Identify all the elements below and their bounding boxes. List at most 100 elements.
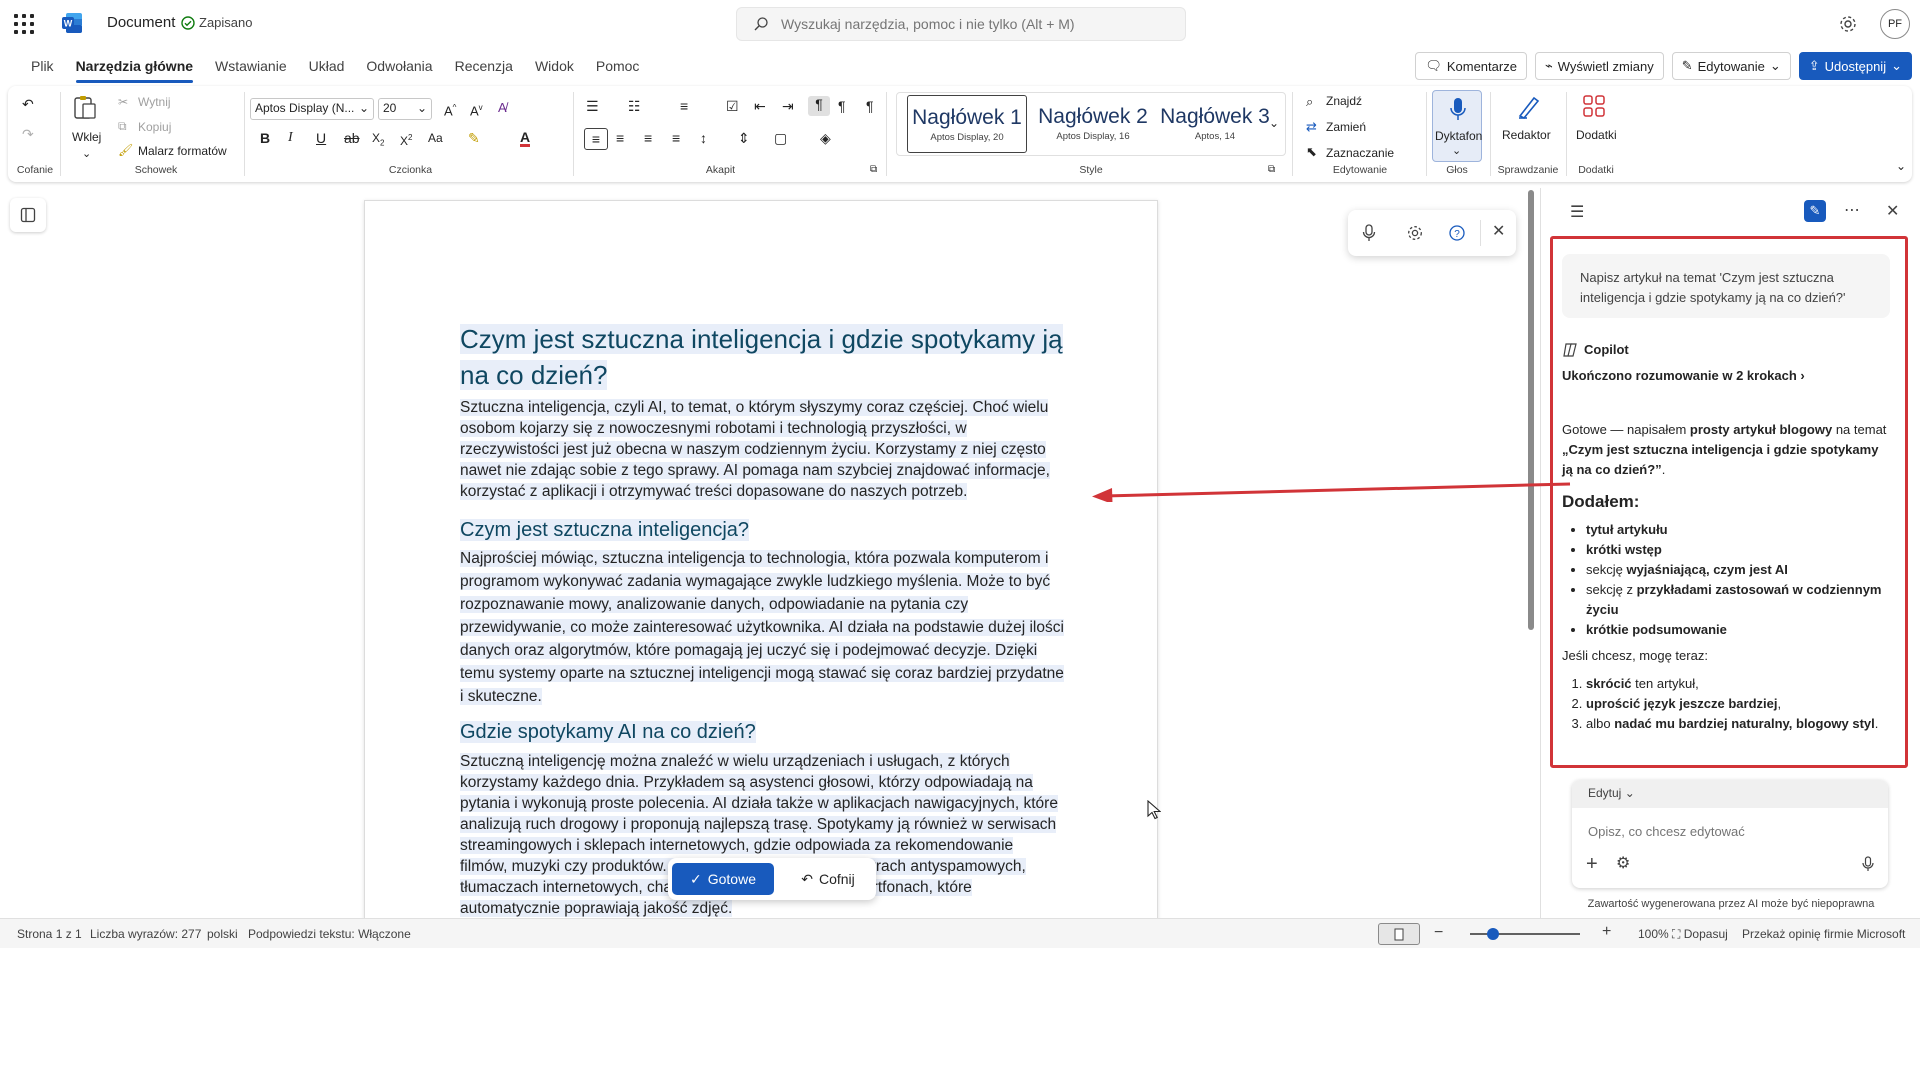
more-options-icon[interactable]: ⋯ — [1844, 200, 1860, 220]
style-heading-3[interactable]: Nagłówek 3 Aptos, 14 — [1155, 95, 1275, 153]
rtl-icon[interactable]: ¶ — [838, 98, 846, 114]
tab-review[interactable]: Recenzja — [444, 56, 524, 80]
tab-view[interactable]: Widok — [524, 56, 585, 80]
editing-mode-button[interactable]: ✎ Edytowanie ⌄ — [1671, 52, 1791, 80]
settings-gear-icon[interactable] — [1406, 224, 1424, 242]
numbering-icon[interactable]: ☷ — [628, 98, 641, 114]
decrease-indent-icon[interactable]: ⇤ — [754, 98, 766, 114]
tab-help[interactable]: Pomoc — [585, 56, 651, 80]
font-name-select[interactable]: Aptos Display (N... ⌄ — [250, 98, 374, 120]
redo-icon[interactable]: ↷ — [22, 126, 34, 142]
align-right-icon[interactable]: ≡ — [644, 130, 652, 146]
share-button[interactable]: ⇪ Udostępnij ⌄ — [1798, 52, 1912, 80]
select-button[interactable]: Zaznaczanie — [1326, 146, 1394, 160]
grow-font-icon[interactable]: A^ — [444, 100, 456, 119]
dictate-button[interactable]: Dyktafon ⌄ — [1432, 90, 1482, 162]
feedback-link[interactable]: Przekaż opinię firmie Microsoft — [1742, 927, 1905, 941]
copilot-prompt-input[interactable] — [1586, 820, 1866, 842]
tab-home[interactable]: Narzędzia główne — [65, 56, 204, 83]
undo-icon[interactable]: ↶ — [22, 96, 34, 112]
done-button[interactable]: ✓ Gotowe — [672, 863, 774, 895]
page-count[interactable]: Strona 1 z 1 — [17, 927, 82, 941]
bold-icon[interactable]: B — [260, 130, 270, 146]
reasoning-steps-link[interactable]: Ukończono rozumowanie w 2 krokach › — [1562, 366, 1892, 386]
help-icon[interactable]: ? — [1448, 224, 1466, 242]
user-avatar[interactable]: PF — [1880, 9, 1910, 39]
tab-layout[interactable]: Układ — [298, 56, 356, 80]
zoom-out-icon[interactable]: − — [1434, 924, 1443, 942]
language[interactable]: polski — [207, 927, 238, 941]
font-size-select[interactable]: 20 ⌄ — [378, 98, 432, 120]
bullets-icon[interactable]: ☰ — [586, 98, 599, 114]
navigation-pane-button[interactable] — [10, 198, 46, 232]
comments-button[interactable]: 🗨 Komentarze — [1415, 52, 1527, 80]
intro-paragraph[interactable]: Sztuczna inteligencja, czyli AI, to tema… — [460, 397, 1060, 502]
tab-file[interactable]: Plik — [20, 56, 65, 80]
change-case-icon[interactable]: Aa — [428, 130, 443, 146]
addins-icon[interactable] — [1582, 94, 1606, 118]
search-input[interactable] — [779, 14, 1169, 34]
section-heading-where-ai[interactable]: Gdzie spotykamy AI na co dzień? — [460, 721, 756, 744]
tab-references[interactable]: Odwołania — [355, 56, 443, 80]
word-count[interactable]: Liczba wyrazów: 277 — [90, 927, 201, 941]
zoom-in-icon[interactable]: + — [1602, 923, 1611, 941]
italic-icon[interactable]: I — [288, 130, 293, 146]
chevron-down-icon[interactable]: ⌄ — [1269, 115, 1279, 131]
format-painter-button[interactable]: Malarz formatów — [138, 144, 227, 158]
save-status[interactable]: Zapisano — [181, 15, 252, 30]
dialog-launcher-icon[interactable]: ⧉ — [870, 162, 877, 178]
sliders-icon[interactable]: ⚙ — [1616, 854, 1630, 874]
what-is-ai-paragraph[interactable]: Najprościej mówiąc, sztuczna inteligencj… — [460, 547, 1066, 708]
strikethrough-icon[interactable]: ab — [344, 130, 360, 146]
zoom-slider-thumb[interactable] — [1487, 928, 1499, 940]
align-left-icon[interactable]: ≡ — [584, 128, 608, 150]
document-page[interactable]: Czym jest sztuczna inteligencja i gdzie … — [364, 200, 1158, 920]
increase-indent-icon[interactable]: ⇥ — [782, 98, 794, 114]
text-predictions[interactable]: Podpowiedzi tekstu: Włączone — [248, 927, 411, 941]
show-marks-icon[interactable]: ¶ — [866, 98, 874, 114]
shrink-font-icon[interactable]: Av — [470, 100, 483, 119]
document-scrollbar[interactable] — [1528, 190, 1534, 630]
multilevel-list-icon[interactable]: ≡ — [680, 98, 688, 114]
subscript-icon[interactable]: X2 — [372, 130, 384, 151]
show-changes-button[interactable]: ⌁ Wyświetl zmiany — [1534, 52, 1664, 80]
mode-select[interactable]: Edytuj ⌄ — [1588, 786, 1635, 800]
zoom-level[interactable]: 100% — [1638, 927, 1669, 941]
document-title-heading[interactable]: Czym jest sztuczna inteligencja i gdzie … — [460, 321, 1080, 393]
paste-button[interactable]: Wklej — [72, 130, 101, 144]
new-chat-icon[interactable]: ✎ — [1804, 200, 1826, 222]
justify-icon[interactable]: ≡ — [672, 130, 680, 146]
cut-button[interactable]: Wytnij — [138, 95, 171, 109]
highlight-icon[interactable]: ✎ — [468, 130, 480, 146]
app-launcher-icon[interactable] — [14, 14, 34, 34]
close-icon[interactable]: ✕ — [1492, 224, 1505, 240]
collapse-ribbon-icon[interactable]: ⌄ — [1896, 158, 1906, 174]
close-pane-icon[interactable]: ✕ — [1886, 201, 1899, 221]
fit-button[interactable]: ⛶ Dopasuj — [1672, 927, 1728, 942]
paste-icon[interactable] — [72, 94, 98, 120]
editor-button[interactable]: Redaktor — [1502, 128, 1551, 142]
paragraph-spacing-icon[interactable]: ⇕ — [738, 130, 750, 146]
search-box[interactable] — [736, 7, 1186, 41]
editor-icon[interactable] — [1516, 94, 1542, 120]
add-icon[interactable]: + — [1586, 854, 1598, 874]
shading-icon[interactable]: ◈ — [820, 130, 831, 146]
replace-button[interactable]: Zamień — [1326, 120, 1366, 134]
copy-button[interactable]: Kopiuj — [138, 120, 171, 134]
font-color-icon[interactable]: A — [520, 130, 531, 147]
settings-gear-icon[interactable] — [1838, 14, 1858, 34]
align-center-icon[interactable]: ≡ — [616, 130, 624, 146]
section-heading-what-is-ai[interactable]: Czym jest sztuczna inteligencja? — [460, 519, 750, 542]
microphone-icon[interactable] — [1362, 224, 1376, 242]
style-heading-1[interactable]: Nagłówek 1 Aptos Display, 20 — [907, 95, 1027, 153]
underline-icon[interactable]: U — [316, 130, 326, 146]
undo-button[interactable]: ↶ Cofnij — [786, 863, 870, 895]
ltr-icon[interactable]: ¶ — [808, 96, 830, 116]
microphone-icon[interactable] — [1862, 856, 1874, 872]
style-heading-2[interactable]: Nagłówek 2 Aptos Display, 16 — [1033, 95, 1153, 153]
tab-insert[interactable]: Wstawianie — [204, 56, 298, 80]
checklist-icon[interactable]: ☑ — [726, 98, 739, 114]
chevron-down-icon[interactable]: ⌄ — [82, 146, 91, 162]
print-layout-button[interactable] — [1378, 923, 1420, 945]
line-spacing-icon[interactable]: ↕ — [700, 130, 707, 146]
